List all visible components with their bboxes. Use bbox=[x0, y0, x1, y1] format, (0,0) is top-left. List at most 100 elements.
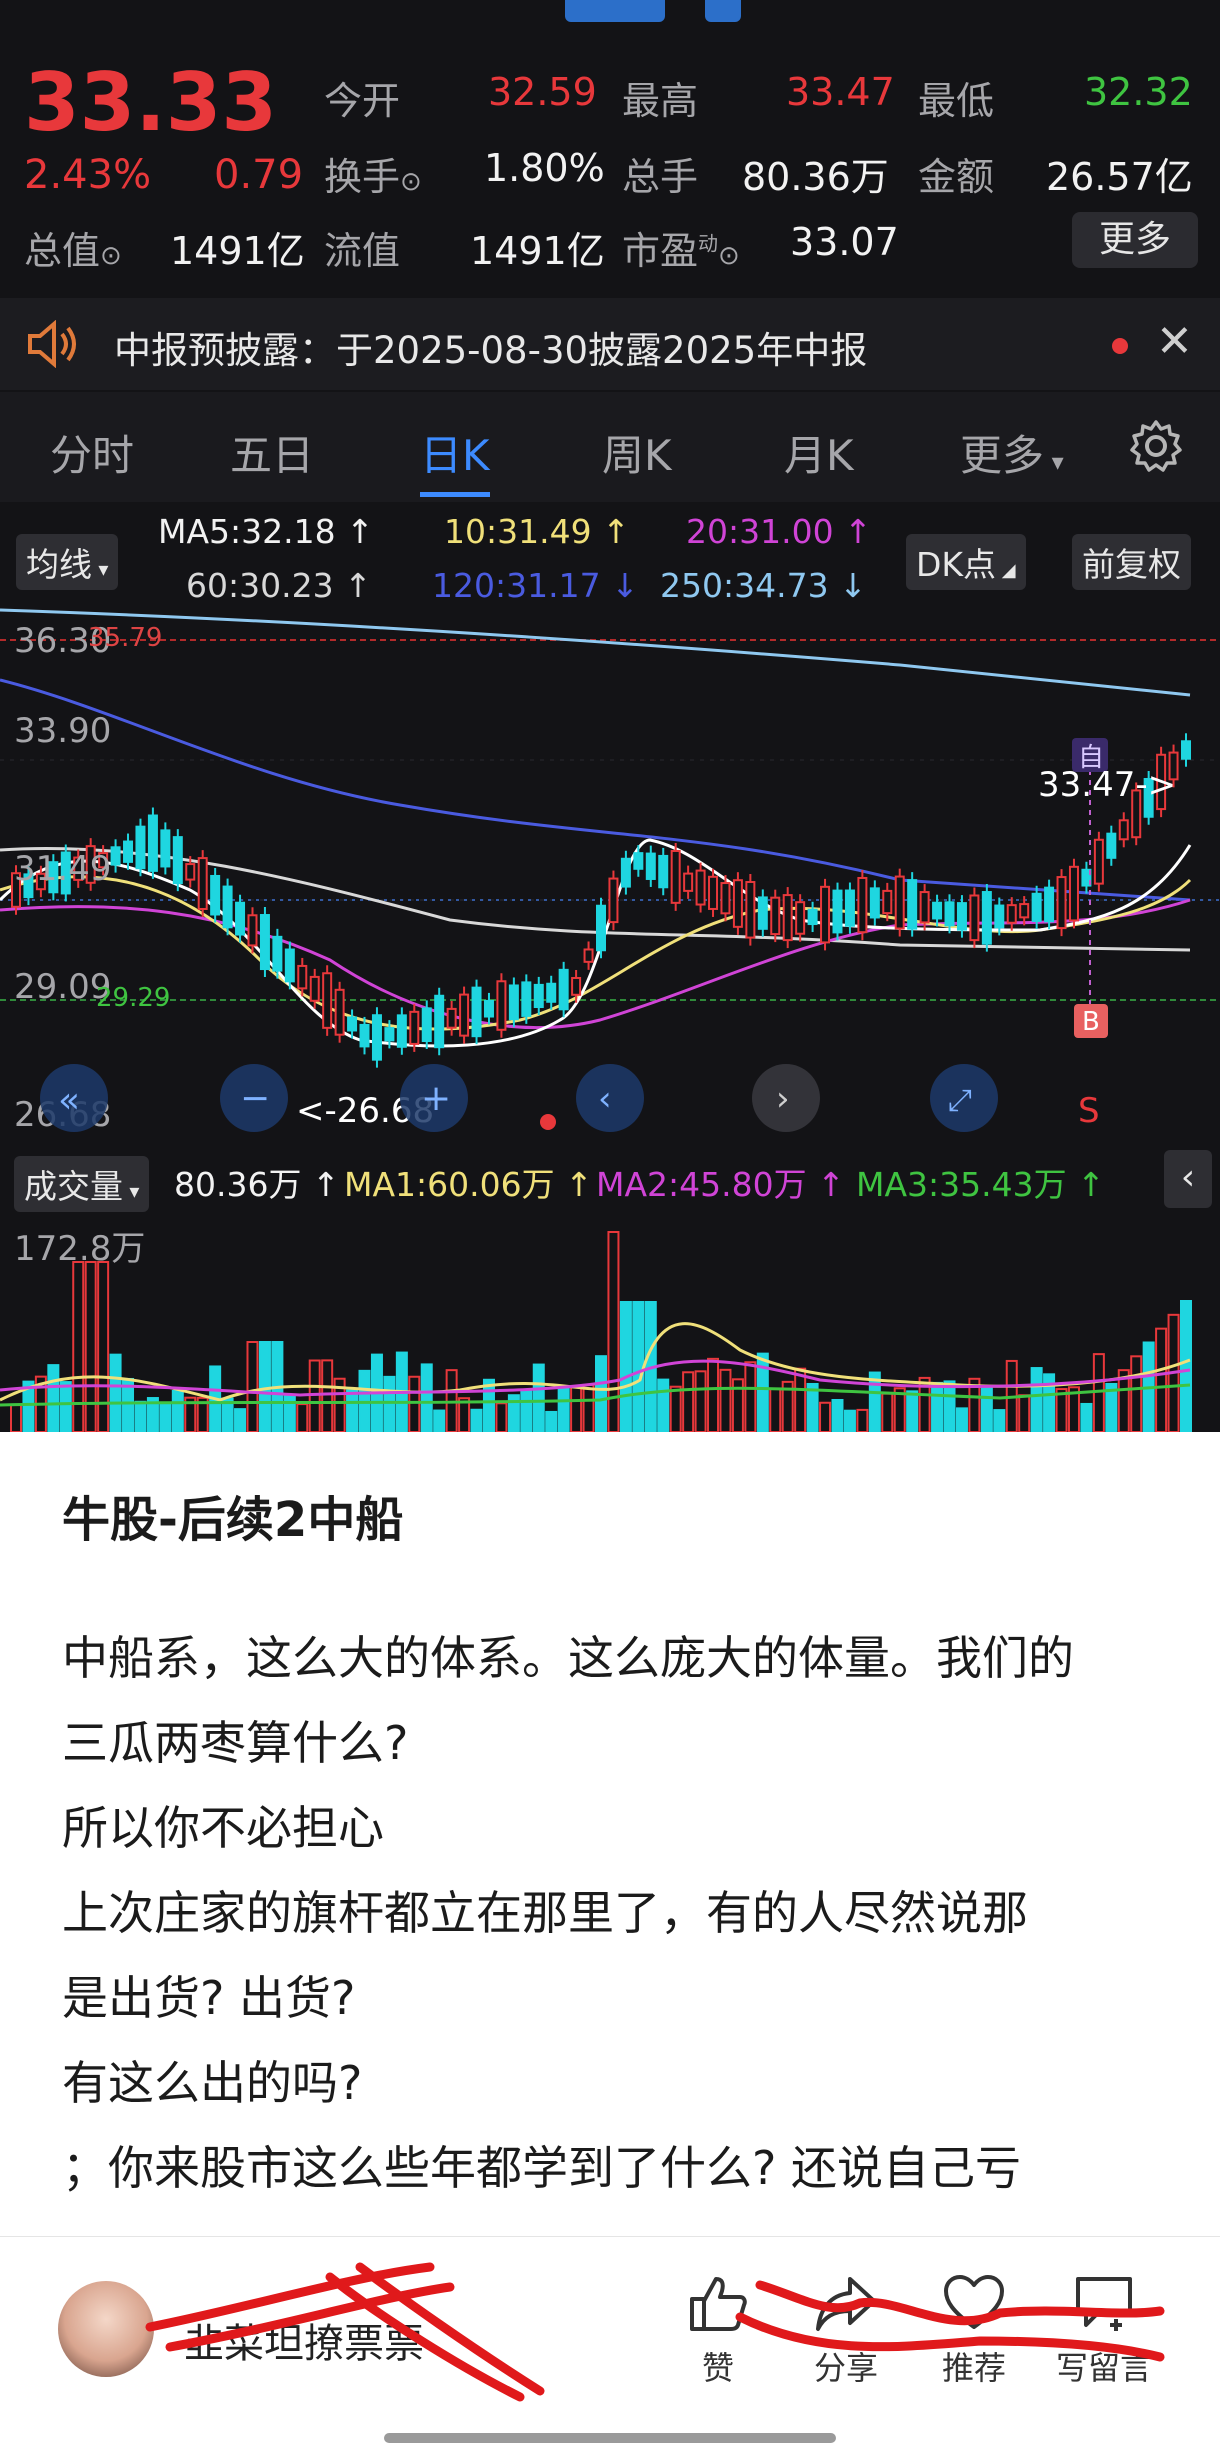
ma20-value: 20:31.00 ↑ bbox=[686, 512, 872, 551]
candle-body bbox=[347, 1016, 358, 1032]
candle-body bbox=[135, 825, 146, 870]
close-icon[interactable]: ✕ bbox=[1156, 316, 1193, 367]
candle-body bbox=[446, 1007, 457, 1029]
candle-body bbox=[944, 901, 955, 927]
turnover-label: 换手⊙ bbox=[324, 155, 422, 199]
cost-label: 29.29 bbox=[96, 983, 170, 1013]
candle-body bbox=[994, 904, 1005, 929]
high-label: 最高 bbox=[622, 79, 699, 123]
marker-b: B bbox=[1082, 1007, 1100, 1037]
candle-body bbox=[770, 896, 781, 936]
y-label-31-49: 31.49 bbox=[14, 849, 111, 889]
collapse-arrow-icon[interactable]: ‹ bbox=[1164, 1150, 1212, 1208]
candle-body bbox=[272, 935, 283, 972]
candle-body bbox=[110, 846, 121, 866]
market-cap-label: 总值⊙ bbox=[24, 229, 122, 273]
market-cap-value: 1491亿 bbox=[170, 229, 305, 273]
volume-bar bbox=[955, 1407, 968, 1432]
tab-more[interactable]: 更多 ▾ bbox=[960, 422, 1064, 483]
volume-bar bbox=[72, 1261, 85, 1432]
dk-point-button[interactable]: DK点 ◢ bbox=[906, 534, 1026, 590]
candle-body bbox=[434, 994, 445, 1049]
candle-body bbox=[658, 854, 669, 889]
candle-body bbox=[732, 879, 743, 928]
ma-toggle[interactable]: 均线 ▾ bbox=[16, 534, 119, 590]
tab-five-day[interactable]: 五日 bbox=[230, 422, 314, 483]
volume-bar bbox=[134, 1400, 147, 1432]
candle-body bbox=[1181, 740, 1191, 760]
volume-bar bbox=[1130, 1355, 1143, 1432]
candle-body bbox=[197, 857, 208, 910]
candle-body bbox=[981, 891, 992, 945]
article-line-3: 所以你不必担心 bbox=[62, 1801, 384, 1855]
pe-label: 市盈动⊙ bbox=[622, 229, 740, 273]
volume-bar bbox=[831, 1398, 844, 1432]
volume-bar bbox=[993, 1409, 1006, 1432]
candle-body bbox=[235, 901, 246, 936]
candle-body bbox=[384, 1027, 395, 1042]
candle-body bbox=[521, 981, 532, 1017]
volume-bar bbox=[470, 1408, 483, 1432]
volume-bar bbox=[321, 1359, 334, 1432]
article-line-2: 三瓜两枣算什么? bbox=[62, 1716, 409, 1770]
volume-bar bbox=[433, 1409, 446, 1432]
svg-text:+: + bbox=[421, 1078, 451, 1119]
volume-bar bbox=[1018, 1394, 1031, 1432]
stock-panel: 33.33 2.43% 0.79 今开 32.59 最高 33.47 最低 32… bbox=[0, 0, 1220, 1432]
volume-toggle[interactable]: 成交量 ▾ bbox=[14, 1156, 150, 1212]
candle-body bbox=[359, 1023, 370, 1048]
high-value: 33.47 bbox=[786, 70, 895, 114]
event-dot bbox=[540, 1114, 556, 1130]
candle-body bbox=[596, 904, 606, 952]
top-handle bbox=[565, 0, 665, 22]
tab-minute[interactable]: 分时 bbox=[50, 422, 134, 483]
candle-body bbox=[322, 972, 333, 1029]
candle-body bbox=[757, 896, 768, 930]
candle-body bbox=[483, 999, 494, 1018]
candle-body bbox=[807, 908, 818, 926]
candle-body bbox=[832, 889, 843, 934]
volume-bar bbox=[694, 1370, 707, 1432]
svg-text:‹: ‹ bbox=[598, 1079, 612, 1119]
notice-bar[interactable]: 中报预披露：于2025-08-30披露2025年中报 ✕ bbox=[0, 298, 1220, 390]
tab-month-k[interactable]: 月K bbox=[784, 422, 854, 483]
adjust-button[interactable]: 前复权 bbox=[1072, 534, 1191, 590]
volume-bar bbox=[682, 1371, 695, 1432]
red-scribble-overlay bbox=[145, 2262, 1165, 2402]
candle-body bbox=[185, 863, 196, 881]
candle-body bbox=[409, 1010, 420, 1045]
amount-label: 金额 bbox=[918, 155, 995, 199]
amount-value: 26.57亿 bbox=[1046, 155, 1193, 199]
more-quote-button[interactable]: 更多 bbox=[1072, 212, 1198, 268]
candle-body bbox=[745, 881, 756, 939]
candle-body bbox=[421, 1007, 432, 1043]
volume-bar bbox=[545, 1410, 558, 1432]
volume-bar bbox=[1030, 1367, 1043, 1432]
volume-value: 80.36万 ↑ bbox=[174, 1165, 340, 1204]
tab-day-k[interactable]: 日K bbox=[420, 422, 490, 483]
candle-body bbox=[683, 872, 694, 892]
volume-bar bbox=[843, 1409, 856, 1432]
tab-week-k[interactable]: 周K bbox=[602, 422, 672, 483]
float-cap-label: 流值 bbox=[324, 229, 401, 273]
candle-body bbox=[571, 976, 582, 996]
volume-bar bbox=[308, 1359, 321, 1432]
candle-body bbox=[1068, 865, 1079, 922]
candle-body bbox=[297, 964, 308, 990]
candle-body bbox=[1019, 903, 1030, 919]
volume-bar bbox=[59, 1381, 72, 1432]
volume-bar bbox=[159, 1401, 172, 1432]
settings-gear-icon[interactable] bbox=[1128, 418, 1184, 474]
volume-bar bbox=[408, 1375, 421, 1432]
volume-bar bbox=[719, 1368, 732, 1432]
bottom-action-bar: 韭菜坦撩票票 赞 分享 推荐 写留言 bbox=[0, 2236, 1220, 2463]
candle-body bbox=[222, 885, 233, 929]
candle-body bbox=[608, 877, 619, 924]
volume-bar bbox=[84, 1261, 97, 1432]
volume-chart[interactable]: 172.8万 bbox=[0, 1210, 1220, 1432]
top-handle-2 bbox=[705, 0, 741, 22]
kline-chart[interactable]: 自 B S 36.30 35.79 33.90 31.49 29.09 29.2… bbox=[0, 600, 1220, 1140]
candle-body bbox=[259, 914, 270, 971]
candle-body bbox=[1118, 819, 1129, 841]
article-title: 牛股-后续2中船 bbox=[62, 1492, 404, 1548]
